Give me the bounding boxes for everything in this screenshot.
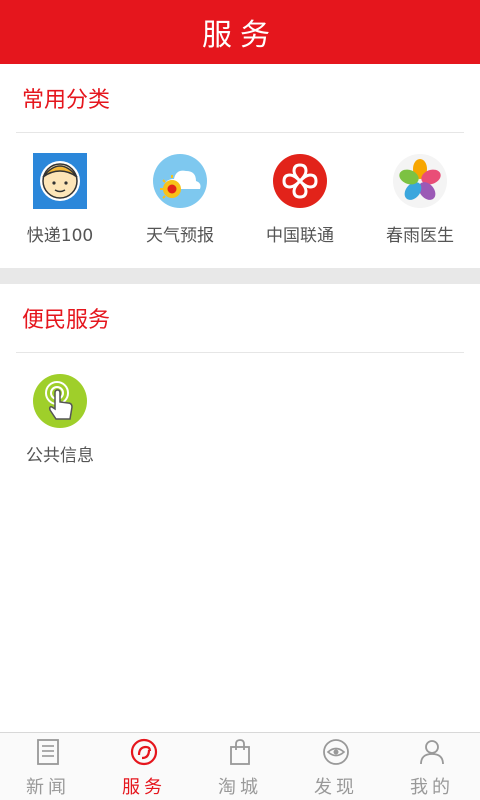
bottom-tab-bar: 新闻 服务 淘城 发现 我的 [0,732,480,800]
weather-sun-cloud-icon [152,153,208,209]
grid-item-courier[interactable]: 快递100 [0,133,120,269]
discover-eye-icon [321,737,351,767]
china-unicom-logo-icon [272,153,328,209]
section-separator [0,268,480,284]
shopping-bag-icon [225,737,255,767]
section-convenience-services: 便民服务 公共信息 [0,284,480,489]
section-title: 常用分类 [22,88,111,113]
newspaper-icon [33,737,63,767]
service-grid: 公共信息 [0,353,480,489]
tab-label: 新闻 [26,777,70,798]
tab-news[interactable]: 新闻 [0,733,96,800]
category-grid: 快递100 天气预报 中国联通 春雨医生 [0,133,480,269]
tab-label: 淘城 [218,777,262,798]
tab-shopping[interactable]: 淘城 [192,733,288,800]
grid-item-public-info[interactable]: 公共信息 [0,353,120,489]
section-title: 便民服务 [22,308,111,333]
grid-item-label: 春雨医生 [386,226,454,246]
tab-services[interactable]: 服务 [96,733,192,800]
tab-label: 发现 [314,777,358,798]
tab-discover[interactable]: 发现 [288,733,384,800]
tab-me[interactable]: 我的 [384,733,480,800]
section-common-categories: 常用分类 快递100 天气预报 中国联通 春雨医生 [0,64,480,269]
service-icon [129,737,159,767]
app-header: 服务 [0,0,480,64]
touch-finger-icon [32,373,88,429]
grid-item-unicom[interactable]: 中国联通 [240,133,360,269]
petal-flower-icon [392,153,448,209]
grid-item-chunyu[interactable]: 春雨医生 [360,133,480,269]
tab-label: 服务 [122,777,166,798]
user-icon [417,737,447,767]
grid-item-label: 天气预报 [146,226,214,246]
courier-avatar-icon [32,153,88,209]
grid-item-label: 中国联通 [266,226,334,246]
tab-label: 我的 [410,777,454,798]
page-title: 服务 [202,18,278,53]
grid-item-label: 公共信息 [26,446,94,466]
grid-item-weather[interactable]: 天气预报 [120,133,240,269]
grid-item-label: 快递100 [26,226,94,246]
